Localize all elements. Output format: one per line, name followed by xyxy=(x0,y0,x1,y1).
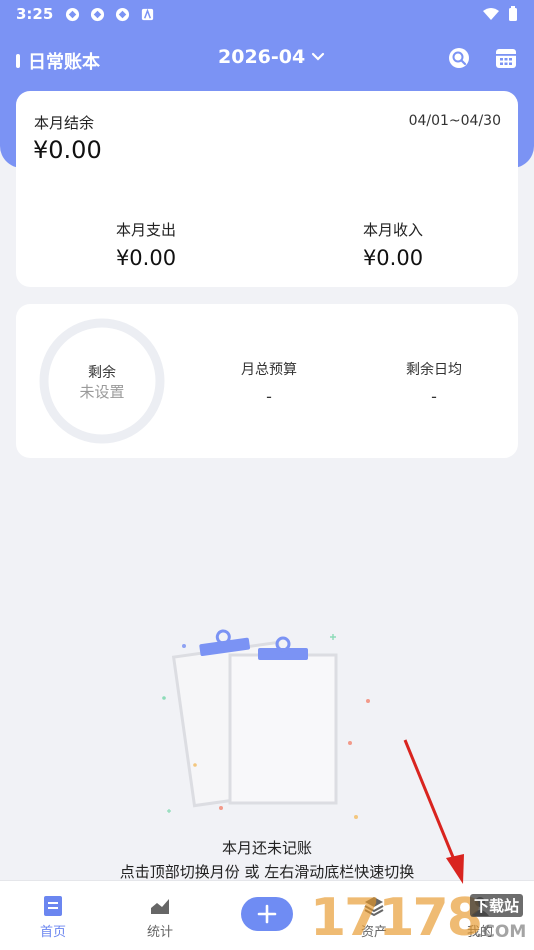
watermark-domain: .COM xyxy=(476,922,527,942)
watermark-number: 17178 xyxy=(310,888,483,948)
watermark-label: 下载站 xyxy=(470,894,524,917)
site-watermark: 17178 下载站 .COM xyxy=(310,888,534,950)
red-arrow-annotation xyxy=(403,739,464,884)
